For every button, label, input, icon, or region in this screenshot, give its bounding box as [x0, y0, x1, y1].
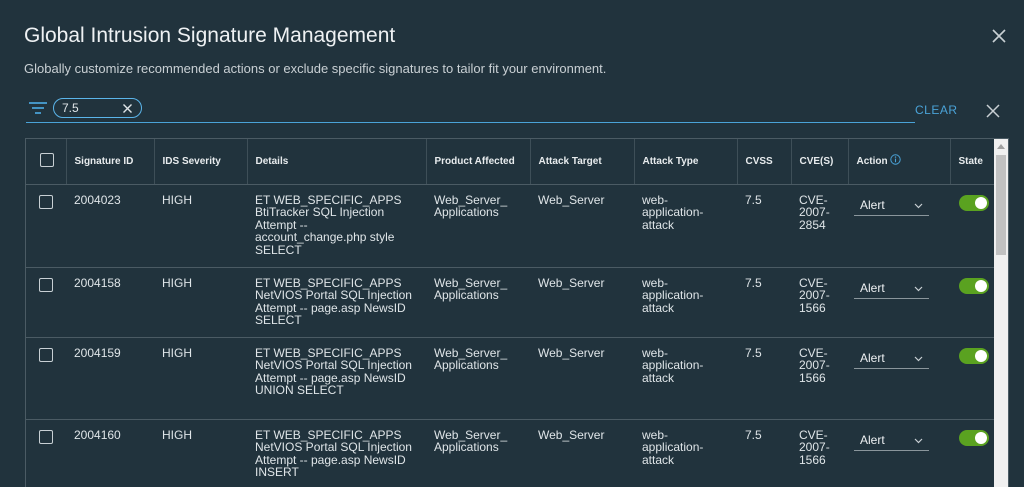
table-header-row: Signature ID IDS Severity Details Produc… — [26, 139, 994, 185]
product-affected-cell: Web_Server_ Applications — [426, 184, 530, 268]
attack-target-cell: Web_Server — [530, 184, 634, 268]
col-header-state[interactable]: State — [950, 139, 994, 185]
details-cell: ET WEB_SPECIFIC_APPS NetVIOS Portal SQL … — [247, 419, 426, 487]
col-header-details[interactable]: Details — [247, 139, 427, 185]
details-cell: ET WEB_SPECIFIC_APPS NetVIOS Portal SQL … — [247, 267, 426, 338]
signature-id-cell: 2004160 — [66, 419, 154, 487]
cvss-cell: 7.5 — [737, 267, 791, 338]
signature-id-cell: 2004159 — [66, 337, 154, 420]
close-filter-icon[interactable] — [986, 104, 1000, 118]
dialog-subtitle: Globally customize recommended actions o… — [24, 61, 607, 76]
close-dialog-icon[interactable] — [990, 27, 1008, 45]
scroll-up-button[interactable] — [994, 139, 1008, 155]
product-affected-cell: Web_Server_ Applications — [426, 337, 530, 420]
dialog-title: Global Intrusion Signature Management — [24, 24, 396, 47]
action-select-value: Alert — [860, 432, 885, 447]
col-header-attack-type[interactable]: Attack Type — [634, 139, 738, 185]
signatures-table: Signature ID IDS Severity Details Produc… — [25, 138, 1009, 487]
chevron-down-icon — [914, 438, 923, 443]
filter-bar[interactable]: 7.5 — [26, 96, 915, 123]
state-toggle[interactable] — [959, 194, 989, 211]
cvss-cell: 7.5 — [737, 337, 791, 420]
action-select[interactable]: Alert — [854, 196, 929, 216]
product-affected-cell: Web_Server_ Applications — [426, 267, 530, 338]
attack-type-cell: web-application-attack — [634, 337, 737, 420]
filter-chip-label: 7.5 — [62, 101, 79, 115]
table-row: 2004160 HIGH ET WEB_SPECIFIC_APPS NetVIO… — [26, 419, 994, 487]
table-row: 2004023 HIGH ET WEB_SPECIFIC_APPS BtiTra… — [26, 184, 994, 268]
state-toggle[interactable] — [959, 277, 989, 294]
action-select-value: Alert — [860, 197, 885, 212]
action-select[interactable]: Alert — [854, 349, 929, 369]
severity-cell: HIGH — [154, 267, 247, 338]
action-select[interactable]: Alert — [854, 431, 929, 451]
scroll-up-arrow-icon — [997, 144, 1005, 149]
action-select[interactable]: Alert — [854, 279, 929, 299]
cves-cell: CVE-2007-2854 — [791, 184, 848, 268]
severity-cell: HIGH — [154, 419, 247, 487]
chevron-down-icon — [914, 356, 923, 361]
filter-icon[interactable] — [28, 101, 48, 115]
table-scrollbar[interactable] — [994, 155, 1008, 487]
col-header-attack-target[interactable]: Attack Target — [530, 139, 635, 185]
state-toggle[interactable] — [959, 429, 989, 446]
action-select-value: Alert — [860, 280, 885, 295]
state-toggle[interactable] — [959, 347, 989, 364]
clear-filters-button[interactable]: CLEAR — [915, 103, 958, 117]
product-affected-cell: Web_Server_ Applications — [426, 419, 530, 487]
col-header-signature-id[interactable]: Signature ID — [66, 139, 155, 185]
cves-cell: CVE-2007-1566 — [791, 267, 848, 338]
cves-cell: CVE-2007-1566 — [791, 419, 848, 487]
details-cell: ET WEB_SPECIFIC_APPS NetVIOS Portal SQL … — [247, 337, 426, 420]
select-all-checkbox[interactable] — [40, 153, 54, 168]
filter-chip: 7.5 — [53, 98, 142, 118]
attack-type-cell: web-application-attack — [634, 267, 737, 338]
signature-id-cell: 2004023 — [66, 184, 154, 268]
row-checkbox[interactable] — [39, 194, 53, 209]
chevron-down-icon — [914, 203, 923, 208]
action-select-value: Alert — [860, 350, 885, 365]
info-icon[interactable] — [889, 154, 901, 165]
attack-target-cell: Web_Server — [530, 419, 634, 487]
attack-target-cell: Web_Server — [530, 267, 634, 338]
table-row: 2004159 HIGH ET WEB_SPECIFIC_APPS NetVIO… — [26, 337, 994, 420]
col-header-cvss[interactable]: CVSS — [737, 139, 792, 185]
col-header-product-affected[interactable]: Product Affected — [426, 139, 531, 185]
col-header-cves[interactable]: CVE(S) — [791, 139, 849, 185]
col-header-action[interactable]: Action — [848, 139, 951, 185]
attack-type-cell: web-application-attack — [634, 184, 737, 268]
cvss-cell: 7.5 — [737, 184, 791, 268]
col-header-action-label: Action — [856, 156, 888, 168]
severity-cell: HIGH — [154, 184, 247, 268]
remove-filter-icon[interactable] — [122, 103, 133, 114]
attack-target-cell: Web_Server — [530, 337, 634, 420]
chevron-down-icon — [914, 286, 923, 291]
attack-type-cell: web-application-attack — [634, 419, 737, 487]
scrollbar-thumb[interactable] — [996, 155, 1006, 255]
col-header-ids-severity[interactable]: IDS Severity — [154, 139, 248, 185]
signature-id-cell: 2004158 — [66, 267, 154, 338]
cvss-cell: 7.5 — [737, 419, 791, 487]
row-checkbox[interactable] — [39, 277, 53, 292]
row-checkbox[interactable] — [39, 347, 53, 362]
severity-cell: HIGH — [154, 337, 247, 420]
cves-cell: CVE-2007-1566 — [791, 337, 848, 420]
details-cell: ET WEB_SPECIFIC_APPS BtiTracker SQL Inje… — [247, 184, 426, 268]
table-row: 2004158 HIGH ET WEB_SPECIFIC_APPS NetVIO… — [26, 267, 994, 338]
row-checkbox[interactable] — [39, 429, 53, 444]
